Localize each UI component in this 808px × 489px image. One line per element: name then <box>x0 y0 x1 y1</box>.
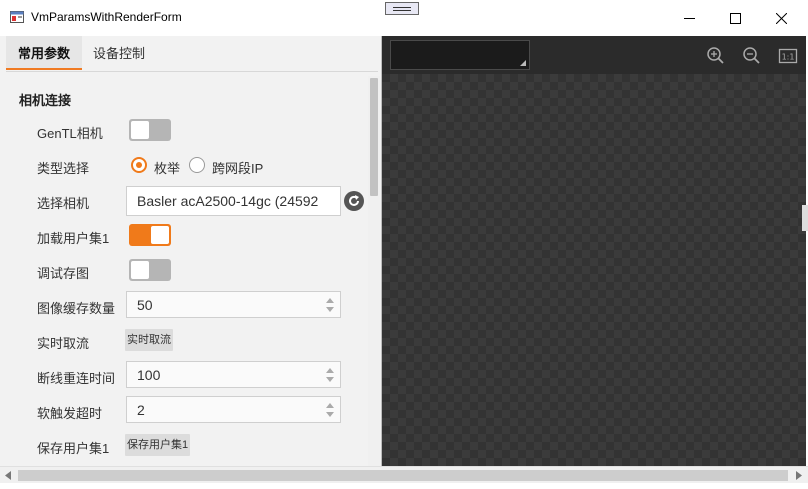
reconnect-input[interactable]: 100 <box>126 361 341 388</box>
right-edge-handle[interactable] <box>802 205 808 231</box>
horizontal-scrollbar[interactable] <box>0 466 808 484</box>
reconnect-value: 100 <box>137 367 161 383</box>
vertical-scrollbar[interactable] <box>368 76 380 466</box>
radio-enum-label: 枚举 <box>154 161 181 176</box>
type-select-label: 类型选择 <box>37 161 90 176</box>
params-panel: 常用参数 设备控制 相机连接 GenTL相机 类型选择 枚举 跨网段IP 选择相… <box>0 36 382 466</box>
radio-cross-subnet-ip[interactable] <box>189 157 205 173</box>
drag-handle[interactable] <box>385 2 419 15</box>
image-cache-value: 50 <box>137 297 153 313</box>
tab-device-control[interactable]: 设备控制 <box>84 36 154 70</box>
tab-common-params[interactable]: 常用参数 <box>6 36 82 70</box>
gentl-toggle[interactable] <box>129 119 171 141</box>
radio-enum[interactable] <box>131 157 147 173</box>
spinner-icon[interactable] <box>326 403 334 417</box>
refresh-icon <box>349 195 359 206</box>
bottom-edge <box>0 483 808 489</box>
close-button[interactable] <box>758 0 804 36</box>
actual-size-label: 1:1 <box>782 53 795 62</box>
soft-trigger-input[interactable]: 2 <box>126 396 341 423</box>
soft-trigger-label: 软触发超时 <box>37 406 103 421</box>
render-toolbar: 1:1 <box>382 36 806 74</box>
actual-size-icon[interactable]: 1:1 <box>778 46 798 66</box>
dropdown-corner-icon <box>520 60 526 66</box>
scrollbar-thumb[interactable] <box>18 470 788 481</box>
section-title: 相机连接 <box>19 93 72 108</box>
title-bar: VmParamsWithRenderForm <box>0 0 808 36</box>
close-icon <box>775 12 787 24</box>
debug-save-toggle[interactable] <box>129 259 171 281</box>
refresh-button[interactable] <box>344 191 364 211</box>
image-cache-input[interactable]: 50 <box>126 291 341 318</box>
scroll-left-icon[interactable] <box>5 471 12 480</box>
toggle-knob <box>131 261 149 279</box>
spinner-icon[interactable] <box>326 298 334 312</box>
load-userset-toggle[interactable] <box>129 224 171 246</box>
render-panel: 1:1 <box>382 36 806 466</box>
soft-trigger-value: 2 <box>137 402 145 418</box>
toggle-knob <box>131 121 149 139</box>
camera-label: 选择相机 <box>37 196 90 211</box>
image-canvas[interactable] <box>382 74 806 466</box>
tab-divider <box>6 71 378 72</box>
render-source-select[interactable] <box>390 40 530 70</box>
radio-cross-subnet-ip-label: 跨网段IP <box>212 161 264 176</box>
toggle-knob <box>151 226 169 244</box>
save-userset-button[interactable]: 保存用户集1 <box>125 434 191 456</box>
gentl-label: GenTL相机 <box>37 126 103 141</box>
minimize-button[interactable] <box>666 0 712 36</box>
zoom-out-icon[interactable] <box>742 46 762 66</box>
minimize-icon <box>683 17 695 19</box>
load-userset-label: 加载用户集1 <box>37 231 110 246</box>
save-userset-label: 保存用户集1 <box>37 441 110 456</box>
zoom-in-icon[interactable] <box>706 46 726 66</box>
scrollbar-thumb[interactable] <box>370 78 378 196</box>
image-cache-label: 图像缓存数量 <box>37 301 116 316</box>
scroll-right-icon[interactable] <box>796 471 803 480</box>
debug-save-label: 调试存图 <box>37 266 90 281</box>
realtime-label: 实时取流 <box>37 336 90 351</box>
maximize-icon <box>729 12 741 24</box>
reconnect-label: 断线重连时间 <box>37 371 116 386</box>
tab-strip: 常用参数 设备控制 <box>0 36 381 70</box>
realtime-button[interactable]: 实时取流 <box>125 329 173 351</box>
maximize-button[interactable] <box>712 0 758 36</box>
camera-select[interactable]: Basler acA2500-14gc (24592 <box>126 186 341 216</box>
app-icon <box>10 11 24 23</box>
spinner-icon[interactable] <box>326 368 334 382</box>
window-title: VmParamsWithRenderForm <box>31 10 182 24</box>
